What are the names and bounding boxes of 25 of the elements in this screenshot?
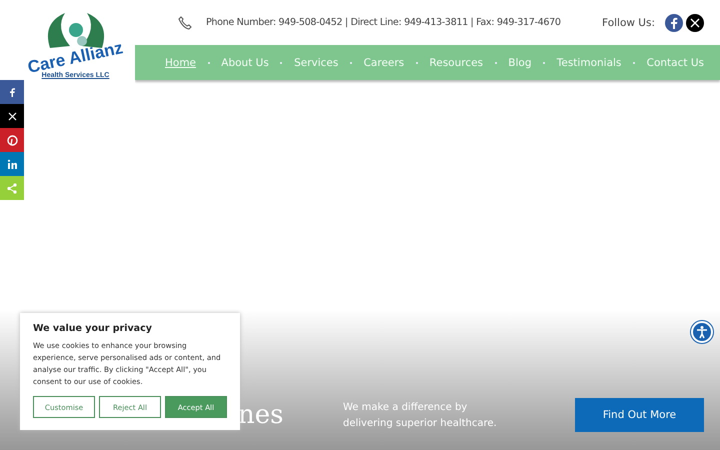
facebook-icon[interactable] <box>665 14 683 32</box>
accessibility-icon[interactable] <box>691 321 713 343</box>
pinterest-icon <box>6 134 18 146</box>
phone-icon <box>178 16 192 30</box>
find-out-more-button[interactable]: Find Out More <box>575 398 704 432</box>
cookie-title: We value your privacy <box>33 323 153 334</box>
nav-link[interactable]: About Us <box>221 56 269 68</box>
x-icon <box>8 112 16 120</box>
follow-label: Follow Us: <box>602 16 655 28</box>
nav-link[interactable]: Contact Us <box>646 56 704 68</box>
nav-link[interactable]: Home <box>165 56 196 68</box>
hero-heading: nes <box>238 400 284 430</box>
nav-link[interactable]: Blog <box>508 56 532 68</box>
x-icon[interactable] <box>686 14 704 32</box>
nav-link[interactable]: Resources <box>429 56 484 68</box>
hero-text: We make a difference by delivering superior healthcare. <box>343 401 498 431</box>
contact-info: Phone Number: 949-508-0452 | Direct Line: 949-413-3811 | Fax: 949-317-4670 <box>206 17 561 28</box>
share-button[interactable] <box>0 80 24 104</box>
nav-link[interactable]: Services <box>294 56 338 68</box>
nav-link[interactable]: Testimonials <box>556 56 622 68</box>
share-button[interactable] <box>0 104 24 128</box>
share-icon <box>7 182 17 194</box>
nav-link[interactable]: Careers <box>364 56 404 68</box>
facebook-icon <box>9 87 15 97</box>
linkedin-icon <box>7 159 17 169</box>
